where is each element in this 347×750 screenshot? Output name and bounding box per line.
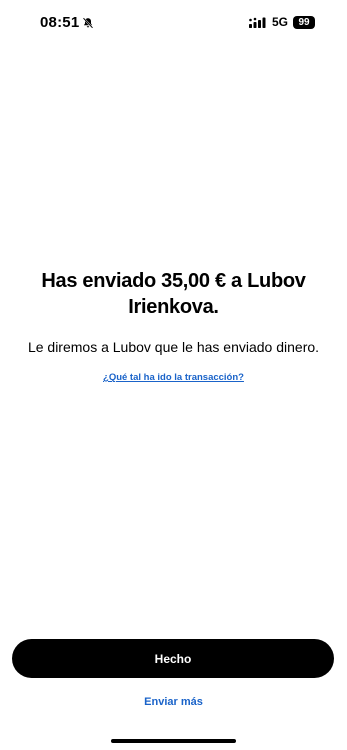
status-indicators: 5G 99 (248, 15, 315, 29)
confirmation-panel: Has enviado 35,00 € a Lubov Irienkova. L… (0, 268, 347, 385)
confirmation-message: Le diremos a Lubov que le has enviado di… (27, 339, 320, 355)
confirmation-headline: Has enviado 35,00 € a Lubov Irienkova. (41, 270, 306, 318)
status-time-group: 08:51 (40, 14, 94, 31)
done-button[interactable]: Hecho (12, 639, 334, 678)
network-type: 5G (271, 15, 288, 29)
signal-bars-icon (248, 17, 266, 28)
status-time: 08:51 (40, 14, 80, 31)
transaction-feedback-link[interactable]: ¿Qué tal ha ido la transacción? (103, 372, 244, 383)
send-more-link[interactable]: Enviar más (0, 696, 347, 708)
home-indicator[interactable] (111, 739, 236, 743)
status-bar: 08:51 5G 99 (0, 0, 347, 44)
bell-slash-icon (83, 17, 94, 28)
battery-level: 99 (293, 15, 315, 29)
